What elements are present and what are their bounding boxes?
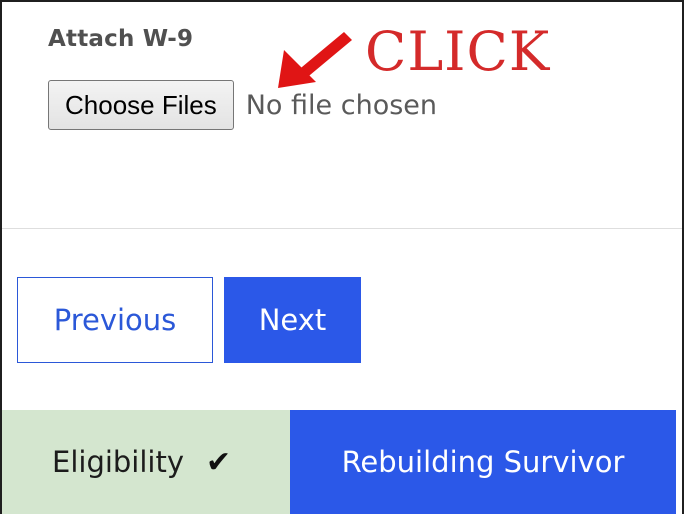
form-panel: Attach W-9 Choose Files No file chosen C…: [0, 0, 684, 514]
click-annotation: CLICK: [365, 20, 551, 83]
arrow-down-left-icon: [278, 32, 352, 88]
step-rebuilding-survivor[interactable]: Rebuilding Survivor: [290, 410, 676, 514]
check-icon: ✔: [206, 444, 232, 480]
attach-w9-label: Attach W-9: [48, 26, 194, 52]
previous-button[interactable]: Previous: [17, 277, 213, 363]
file-upload-field: Choose Files No file chosen: [48, 80, 437, 130]
step-eligibility-label: Eligibility: [52, 445, 185, 479]
step-rebuilding-survivor-label: Rebuilding Survivor: [341, 445, 625, 479]
choose-files-button[interactable]: Choose Files: [48, 80, 234, 130]
section-divider: [2, 228, 682, 229]
next-button[interactable]: Next: [224, 277, 361, 363]
step-eligibility[interactable]: Eligibility ✔: [2, 410, 290, 514]
file-status-text: No file chosen: [245, 89, 438, 121]
